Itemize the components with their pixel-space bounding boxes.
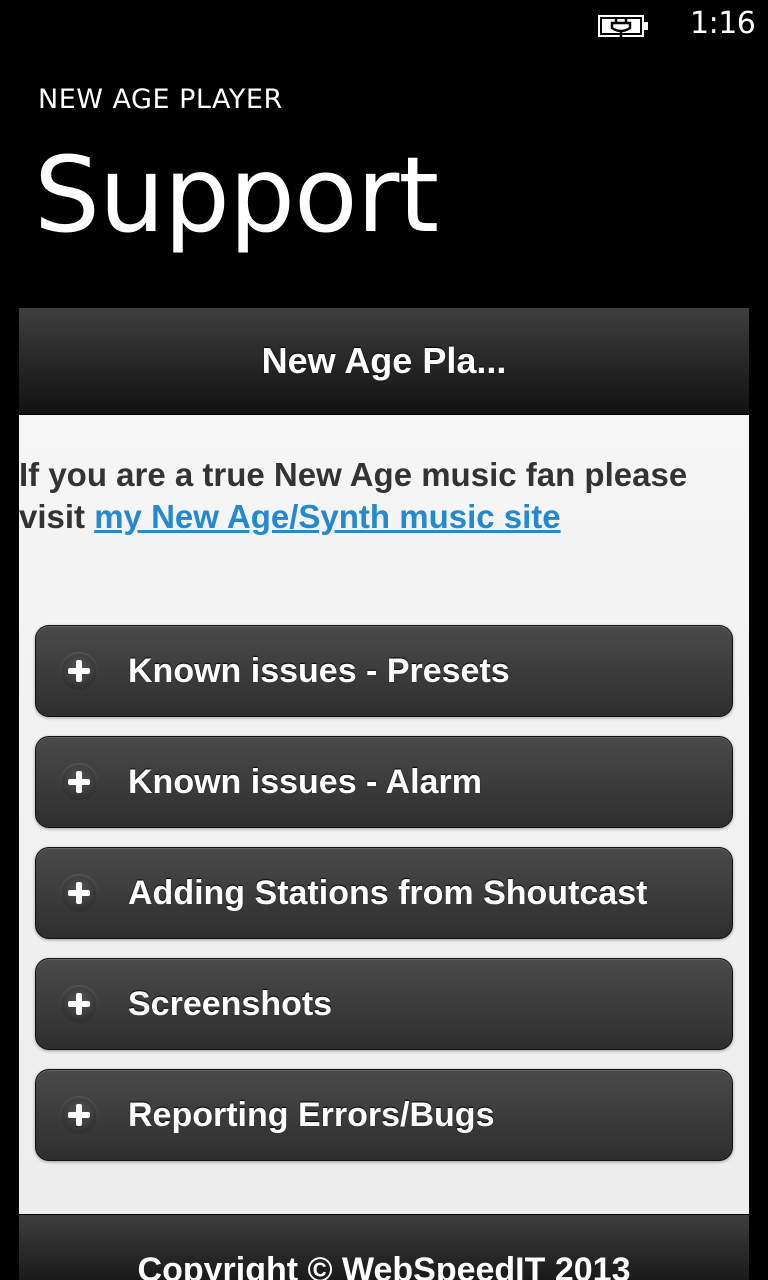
section-label: Reporting Errors/Bugs: [128, 1096, 495, 1134]
section-screenshots[interactable]: Screenshots: [35, 958, 733, 1050]
plus-icon: [60, 652, 98, 690]
music-site-link[interactable]: my New Age/Synth music site: [94, 498, 560, 535]
section-known-issues-presets[interactable]: Known issues - Presets: [35, 625, 733, 717]
plus-icon: [60, 985, 98, 1023]
plus-icon: [60, 763, 98, 801]
section-label: Adding Stations from Shoutcast: [128, 874, 648, 912]
battery-charging-icon: [598, 13, 650, 39]
page-title: Support: [34, 134, 439, 256]
app-title: NEW AGE PLAYER: [38, 84, 283, 115]
clock: 1:16: [690, 6, 756, 41]
section-reporting-errors[interactable]: Reporting Errors/Bugs: [35, 1069, 733, 1161]
plus-icon: [60, 874, 98, 912]
section-label: Known issues - Presets: [128, 652, 510, 690]
section-label: Screenshots: [128, 985, 333, 1023]
footer-copyright: Copyright © WebSpeedIT 2013: [137, 1251, 631, 1280]
intro-paragraph: If you are a true New Age music fan plea…: [19, 454, 749, 538]
section-label: Known issues - Alarm: [128, 763, 482, 801]
support-webview: New Age Pla... If you are a true New Age…: [19, 308, 749, 1280]
status-bar: 1:16: [0, 0, 768, 52]
plus-icon: [60, 1096, 98, 1134]
header-bar: New Age Pla...: [19, 308, 749, 415]
section-adding-stations[interactable]: Adding Stations from Shoutcast: [35, 847, 733, 939]
section-known-issues-alarm[interactable]: Known issues - Alarm: [35, 736, 733, 828]
footer-bar: Copyright © WebSpeedIT 2013: [19, 1214, 749, 1280]
header-title: New Age Pla...: [261, 340, 507, 381]
